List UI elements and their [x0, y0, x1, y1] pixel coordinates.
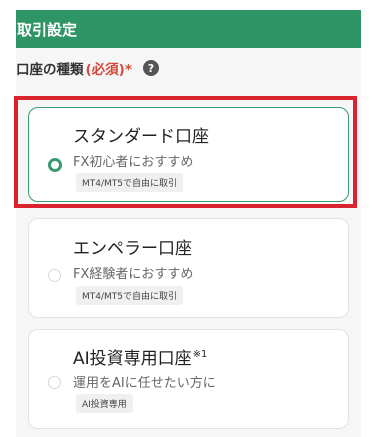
account-type-label-text: 口座の種類	[16, 62, 84, 78]
account-option-title: AI投資専用口座※1	[73, 344, 207, 369]
account-option-badge: MT4/MT5で自由に取引	[76, 286, 184, 305]
footnote-marker: ※1	[192, 349, 208, 361]
radio-unselected-icon[interactable]	[48, 269, 61, 282]
account-option-title-text: AI投資専用口座	[73, 349, 192, 369]
account-option-title: エンペラー口座	[73, 239, 192, 259]
panel-title: 取引設定	[17, 20, 78, 39]
trade-settings-panel: 取引設定 口座の種類 (必須)* ? スタンダード口座 FX初心者におすすめ M…	[16, 10, 361, 437]
radio-unselected-icon[interactable]	[48, 376, 61, 389]
panel-header: 取引設定	[16, 10, 361, 48]
required-marker: (必須)*	[85, 62, 132, 78]
account-option-ai[interactable]: AI投資専用口座※1 運用をAIに任せたい方に AI投資専用	[28, 329, 349, 429]
account-option-description: 運用をAIに任せたい方に	[73, 376, 216, 391]
account-option-emperor[interactable]: エンペラー口座 FX経験者におすすめ MT4/MT5で自由に取引	[28, 218, 349, 318]
help-icon[interactable]: ?	[142, 60, 159, 76]
account-option-badge: AI投資専用	[76, 394, 133, 413]
account-option-description: FX経験者におすすめ	[73, 267, 194, 282]
account-type-label: 口座の種類 (必須)* ?	[16, 48, 361, 88]
highlight-frame	[14, 96, 357, 208]
